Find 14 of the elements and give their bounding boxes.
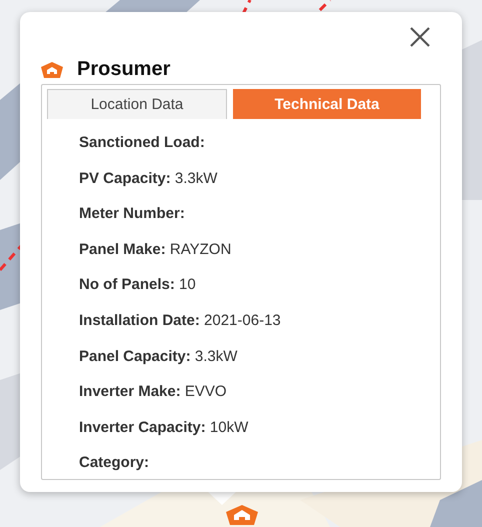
detail-line: Meter Number: (79, 204, 186, 224)
detail-line: No of Panels: 10 (79, 275, 197, 295)
detail-line: Inverter Make: EVVO (79, 382, 228, 402)
house-icon (41, 62, 63, 78)
detail-line: Category: (79, 453, 150, 473)
tab[interactable]: Location Data (47, 89, 227, 119)
detail-line: Panel Make: RAYZON (79, 240, 232, 260)
popup-title: Prosumer (77, 58, 170, 81)
detail-line: Installation Date: 2021-06-13 (79, 310, 282, 331)
detail-line: PV Capacity: 3.3kW (79, 168, 218, 188)
detail-line: Panel Capacity: 3.3kW (79, 346, 238, 366)
detail-line: Sanctioned Load: (79, 133, 206, 153)
detail-line: Inverter Capacity: 10kW (79, 418, 250, 438)
house-marker-icon[interactable] (224, 504, 260, 526)
